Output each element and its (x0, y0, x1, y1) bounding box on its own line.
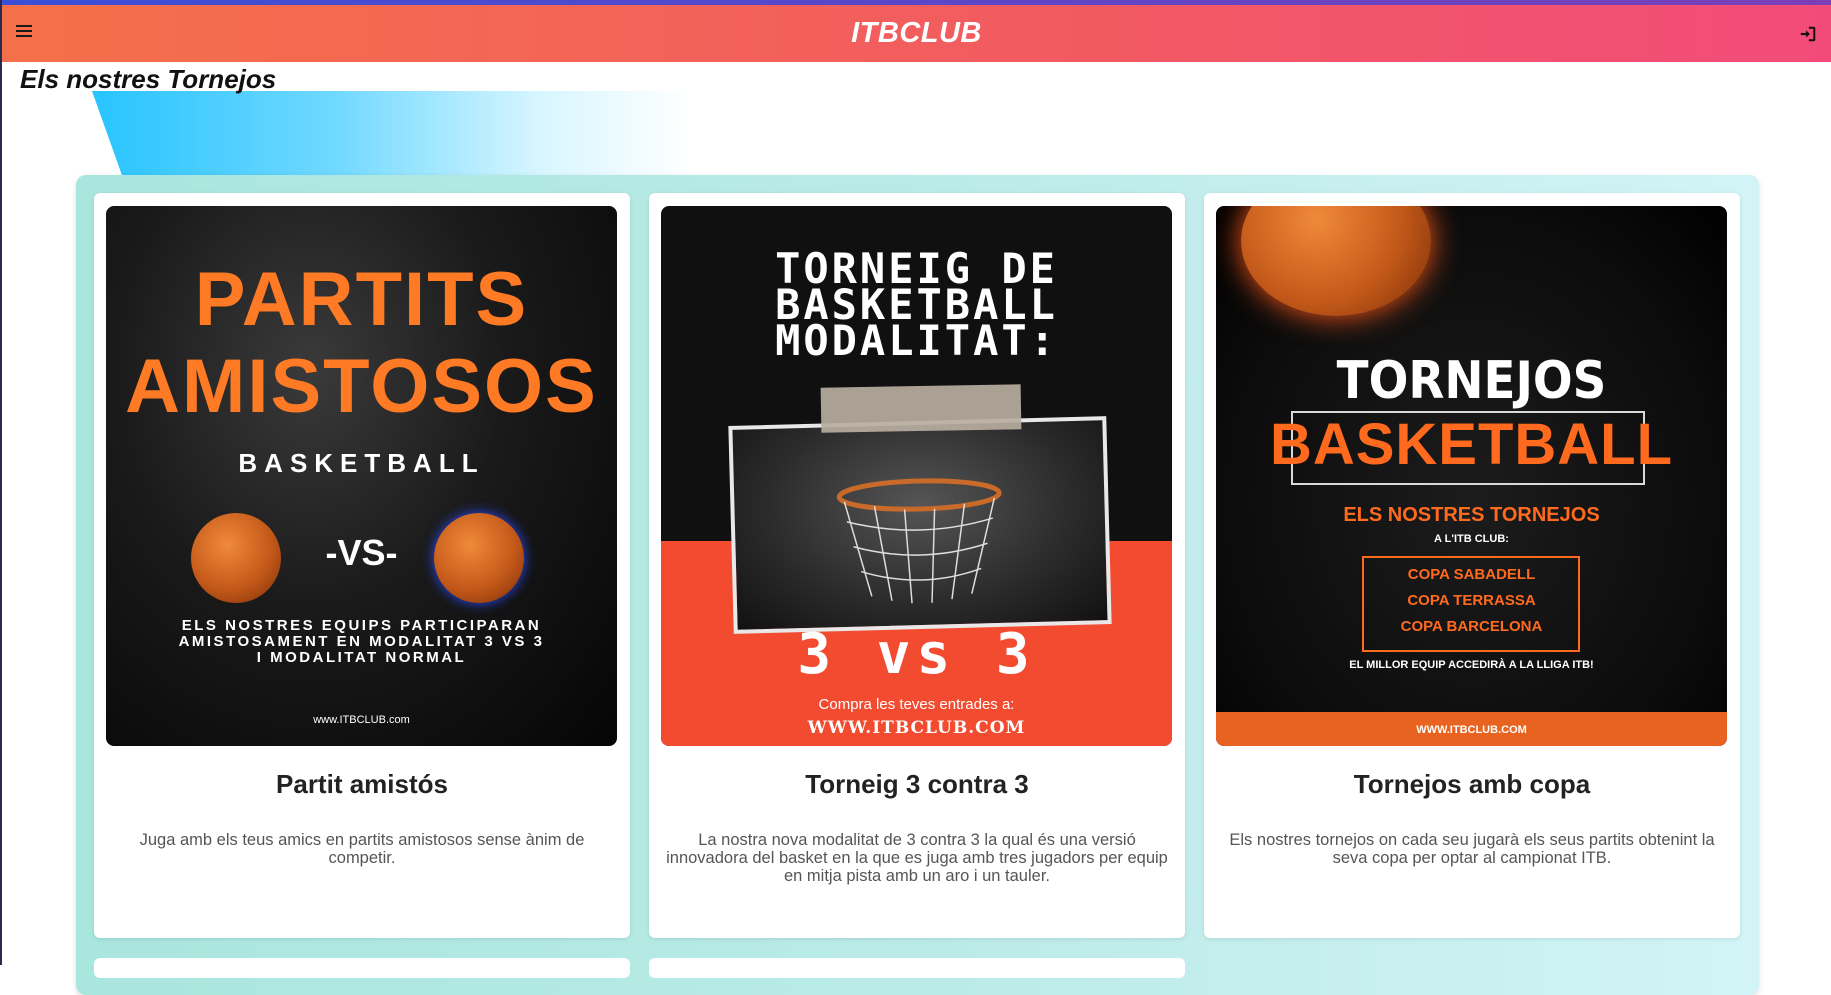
card-description: Els nostres tornejos on cada seu jugarà … (1229, 831, 1715, 867)
poster-vs: 3 vs 3 (797, 622, 1036, 687)
poster-3v3-tournament: TORNEIG DE BASKETBALL MODALITAT: 3 vs 3 … (661, 206, 1172, 746)
poster-cup-item: COPA TERRASSA (1407, 592, 1536, 609)
poster-text: I MODALITAT NORMAL (256, 649, 467, 666)
card-title: Tornejos amb copa (1353, 769, 1591, 799)
basketball-hoop-photo (728, 416, 1112, 634)
tournament-card-next[interactable] (649, 958, 1185, 978)
poster-sub: BASKETBALL (238, 448, 485, 478)
brand-title: ITBCLUB (2, 17, 1831, 50)
tournament-card-3v3[interactable]: TORNEIG DE BASKETBALL MODALITAT: 3 vs 3 … (649, 193, 1185, 938)
sign-in-icon[interactable] (1799, 25, 1817, 43)
poster-text: Compra les teves entrades a: (818, 696, 1015, 713)
poster-line: TORNEJOS (1336, 351, 1607, 411)
poster-url: www.ITBCLUB.com (313, 714, 410, 726)
poster-url: WWW.ITBCLUB.COM (807, 718, 1026, 738)
poster-vs: -VS- (325, 532, 398, 573)
poster-cup-tournaments: TORNEJOS BASKETBALL ELS NOSTRES TORNEJOS… (1216, 206, 1727, 746)
poster-line: MODALITAT: (775, 316, 1058, 365)
card-description: La nostra nova modalitat de 3 contra 3 l… (666, 831, 1168, 885)
tournament-card-friendly[interactable]: PARTITS AMISTOSOS BASKETBALL -VS- ELS NO… (94, 193, 630, 938)
poster-url: WWW.ITBCLUB.COM (1416, 724, 1527, 736)
poster-cup-item: COPA SABADELL (1407, 566, 1536, 583)
poster-heading: ELS NOSTRES TORNEJOS (1343, 504, 1600, 526)
poster-cup-item: COPA BARCELONA (1400, 618, 1543, 635)
poster-line: AMISTOSOS (125, 344, 598, 429)
poster-text: AMISTOSAMENT EN MODALITAT 3 VS 3 (178, 633, 545, 650)
tape-decoration (820, 384, 1022, 433)
card-description: Juga amb els teus amics en partits amist… (139, 831, 585, 867)
poster-friendly-matches: PARTITS AMISTOSOS BASKETBALL -VS- ELS NO… (106, 206, 617, 746)
tournament-card-cup[interactable]: TORNEJOS BASKETBALL ELS NOSTRES TORNEJOS… (1204, 193, 1740, 938)
poster-text: EL MILLOR EQUIP ACCEDIRÀ A LA LLIGA ITB! (1349, 659, 1594, 671)
card-title: Torneig 3 contra 3 (805, 769, 1029, 799)
tournament-card-next[interactable] (94, 958, 630, 978)
top-navbar: ITBCLUB (2, 5, 1831, 62)
card-title: Partit amistós (276, 769, 448, 799)
page-title: Els nostres Tornejos (20, 64, 277, 94)
poster-line: BASKETBALL (1269, 412, 1674, 477)
poster-line: PARTITS (194, 257, 529, 342)
poster-text: ELS NOSTRES EQUIPS PARTICIPARAN (181, 617, 542, 634)
poster-sub: A L'ITB CLUB: (1434, 533, 1509, 545)
brand-link[interactable]: ITBCLUB (851, 17, 982, 49)
basketball-icon (1241, 206, 1431, 316)
title-decoration (92, 91, 692, 181)
left-edge (0, 0, 2, 965)
